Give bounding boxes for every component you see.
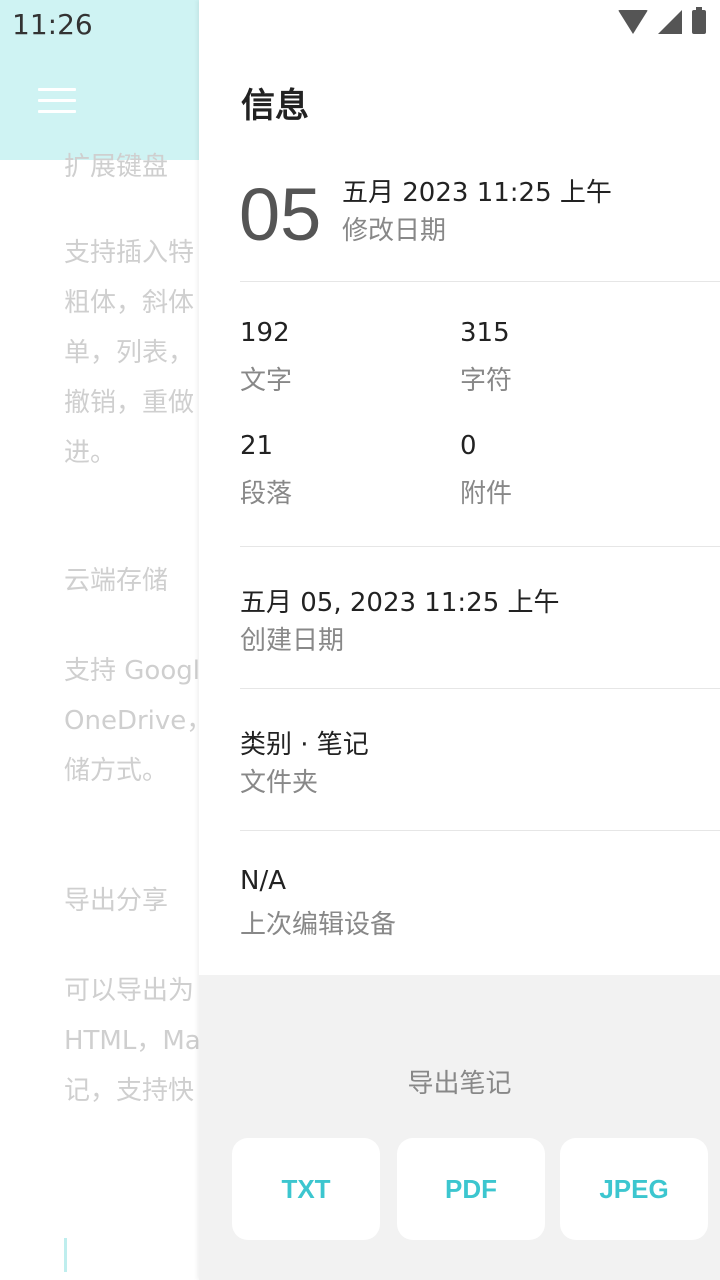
paragraph-count-value: 21 [240,431,274,461]
editor-text-line: OneDrive， [64,706,213,736]
editor-text-line: 支持 Googl [64,656,200,686]
modified-day: 05 [239,173,322,256]
char-count-label: 字符 [460,366,513,396]
editor-text-line: 支持插入特 [64,238,195,268]
divider [240,281,720,282]
word-count-value: 192 [240,318,290,348]
created-label: 创建日期 [240,626,345,656]
export-section: 导出笔记 TXT PDF JPEG [199,975,720,1280]
export-txt-button[interactable]: TXT [232,1138,380,1240]
divider [240,688,720,689]
divider [240,830,720,831]
panel-title: 信息 [241,86,309,126]
status-time: 11:26 [12,8,93,41]
editor-text-line: 导出分享 [64,886,169,916]
system-status-icons [618,7,706,34]
created-date: 五月 05, 2023 11:25 上午 [240,588,560,618]
editor-text-line: 云端存储 [64,566,169,596]
folder-label: 文件夹 [240,768,319,798]
editor-text-line: 记，支持快 [64,1076,195,1106]
divider [240,546,720,547]
char-count-value: 315 [460,318,510,348]
folder-value: 类别 · 笔记 [240,730,369,760]
export-pdf-button[interactable]: PDF [397,1138,545,1240]
editor-text-line: 进。 [64,438,117,468]
attachment-count-value: 0 [460,431,477,461]
editor-text-line: 撤销，重做 [64,388,195,418]
editor-text-line: 储方式。 [64,756,169,786]
signal-icon [658,10,682,34]
last-device-label: 上次编辑设备 [240,910,397,940]
modified-date: 五月 2023 11:25 上午 [342,178,612,208]
attachment-count-label: 附件 [460,479,513,509]
editor-text-line: 扩展键盘 [64,152,169,182]
info-panel: 信息 05 五月 2023 11:25 上午 修改日期 192 文字 315 字… [199,0,720,1280]
editor-text-line: 可以导出为 [64,976,195,1006]
export-jpeg-button[interactable]: JPEG [560,1138,708,1240]
paragraph-count-label: 段落 [240,479,293,509]
text-cursor [64,1238,67,1272]
menu-icon[interactable] [38,88,76,118]
wifi-icon [618,10,648,34]
last-device-value: N/A [240,866,286,896]
editor-text-line: 单，列表， [64,338,195,368]
battery-icon [692,7,706,34]
word-count-label: 文字 [240,366,293,396]
editor-text-line: 粗体，斜体 [64,288,195,318]
modified-label: 修改日期 [342,216,447,246]
editor-text-line: HTML，Ma [64,1026,201,1056]
export-title: 导出笔记 [407,1069,512,1099]
